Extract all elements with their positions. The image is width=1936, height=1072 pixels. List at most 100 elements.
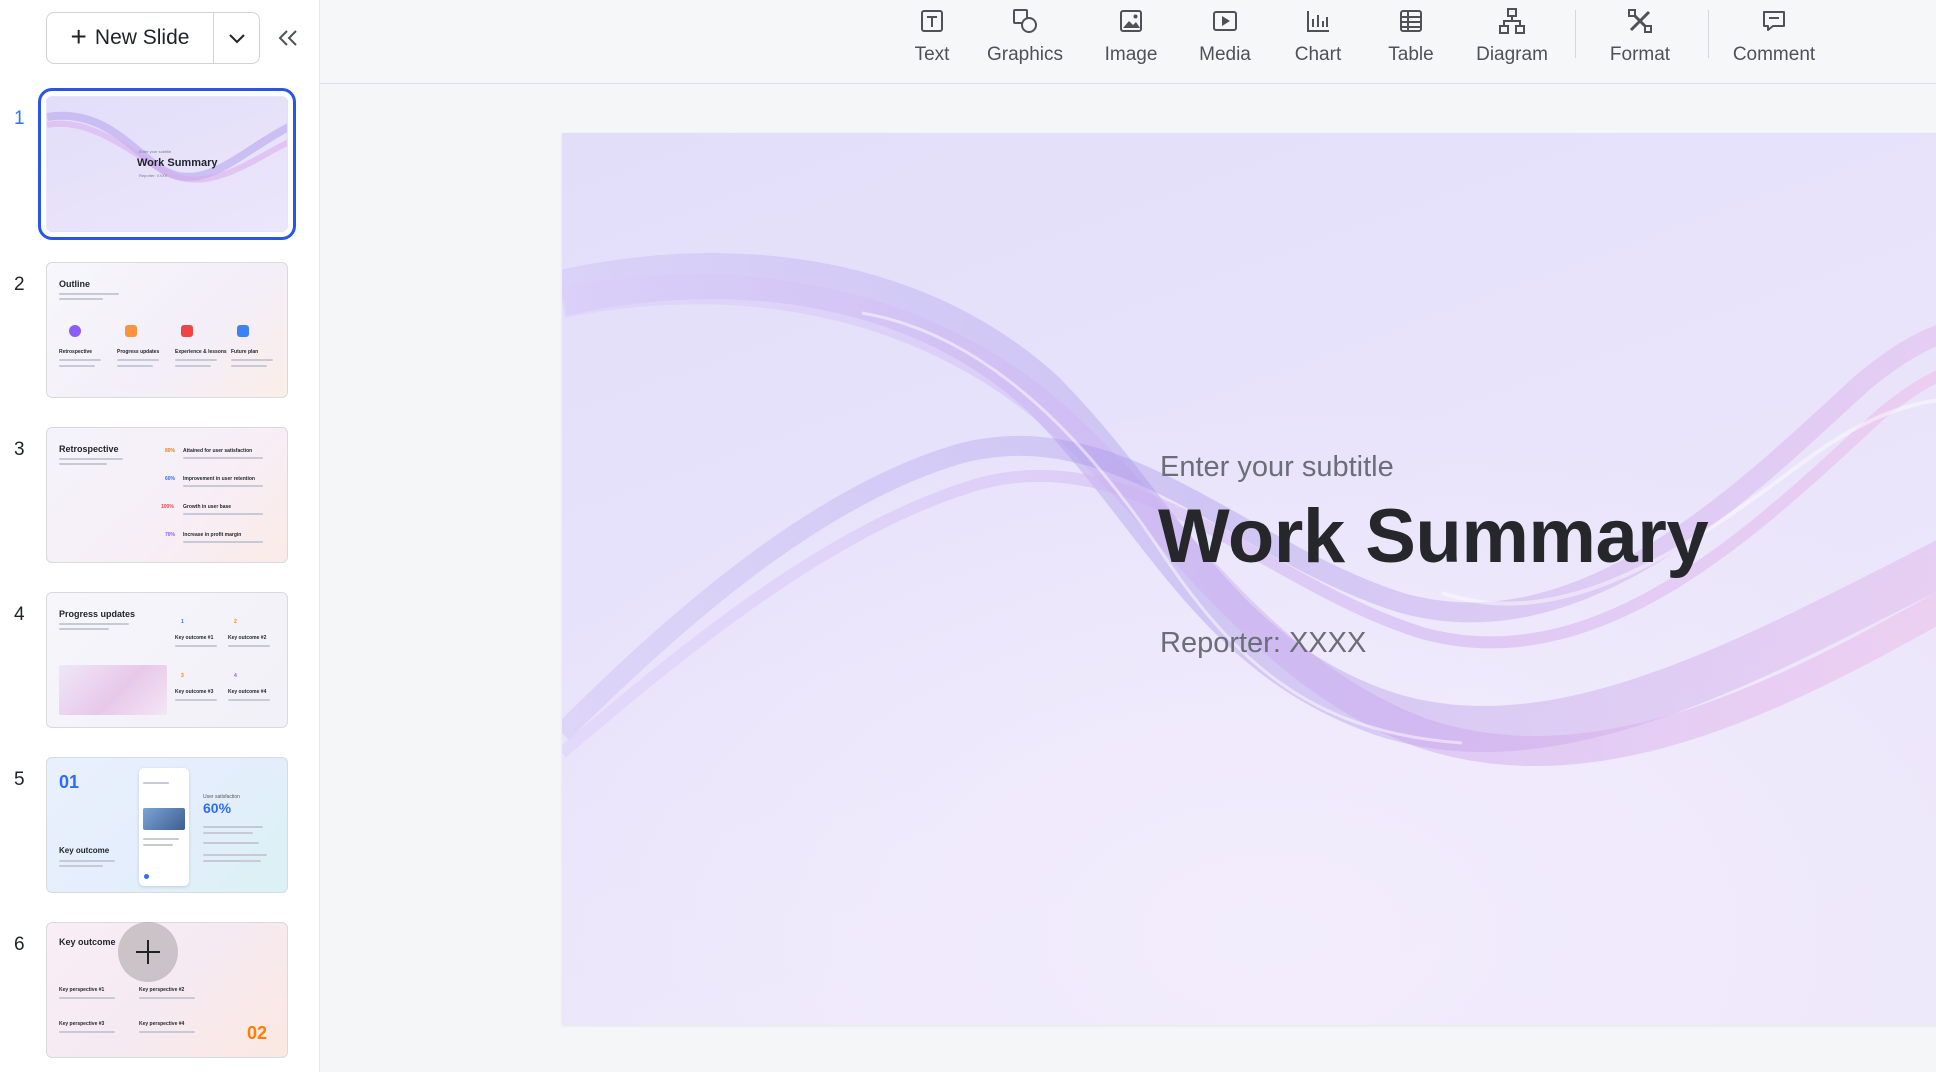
slide-title[interactable]: Work Summary <box>1158 493 1709 580</box>
tool-label: Text <box>914 44 950 65</box>
new-slide-dropdown-button[interactable] <box>213 13 259 63</box>
thumb-index: 02 <box>247 1023 268 1043</box>
media-tool-button[interactable]: Media <box>1182 6 1268 72</box>
slide-thumbnail-row: 2 Outline Retrospective Progress updates… <box>0 262 320 402</box>
diagram-icon <box>1499 8 1525 34</box>
slide-thumbnail-5[interactable]: 01 Key outcome User satisfaction 60% <box>46 757 288 893</box>
thumb-title: Key outcome <box>59 846 110 855</box>
perspective-label: Key perspective #1 <box>59 987 105 993</box>
double-chevron-left-icon <box>278 30 297 46</box>
tool-label: Format <box>1609 44 1671 65</box>
outcome-number: 4 <box>234 673 237 679</box>
chart-tool-button[interactable]: Chart <box>1275 6 1361 72</box>
outline-item: Retrospective <box>59 349 93 355</box>
slide-thumbnail-3[interactable]: Retrospective 80% Attained for user sati… <box>46 427 288 563</box>
outline-item: Experience & lessons <box>175 349 227 355</box>
tool-label: Media <box>1199 44 1251 65</box>
stat-label: Attained for user satisfaction <box>183 448 253 454</box>
tool-label: Comment <box>1732 44 1816 65</box>
outcome-label: Key outcome #3 <box>175 689 214 695</box>
chevron-down-icon <box>228 34 245 44</box>
outline-icon-4 <box>237 325 249 337</box>
slide-thumbnail-row: 3 Retrospective 80% Attained for user sa… <box>0 427 320 567</box>
new-slide-group: + New Slide <box>46 12 260 64</box>
table-icon <box>1400 10 1422 32</box>
text-icon <box>921 10 943 32</box>
outline-icon-3 <box>181 325 193 337</box>
cursor-indicator <box>118 922 178 982</box>
thumb-title: Outline <box>59 279 90 289</box>
slide-panel: + New Slide 1 Enter your subtitle Work S… <box>0 0 320 1072</box>
stat-value: 70% <box>165 532 176 538</box>
perspective-label: Key perspective #3 <box>59 1021 105 1027</box>
outline-icon-2 <box>125 325 137 337</box>
thumb-subtitle: Enter your subtitle <box>139 149 172 154</box>
table-tool-button[interactable]: Table <box>1368 6 1454 72</box>
stat-label: Increase in profit margin <box>183 532 242 538</box>
thumb-title: Retrospective <box>59 444 119 454</box>
stat-value: 80% <box>165 448 176 454</box>
slide-thumbnail-row: 5 01 Key outcome User satisfaction 60% <box>0 757 320 897</box>
toolbar-divider <box>1575 10 1576 58</box>
outcome-label: Key outcome #1 <box>175 635 214 641</box>
format-icon <box>1628 9 1652 33</box>
stat-value: 60% <box>203 800 232 816</box>
current-slide[interactable]: Enter your subtitle Work Summary Reporte… <box>562 133 1936 1025</box>
tool-label: Chart <box>1294 44 1342 65</box>
thumb-title: Key outcome <box>59 937 116 947</box>
slide-thumbnail-2[interactable]: Outline Retrospective Progress updates E… <box>46 262 288 398</box>
toolbar-divider <box>1708 10 1709 58</box>
collapse-panel-button[interactable] <box>274 24 302 52</box>
slide-number: 6 <box>14 934 25 955</box>
slide-thumbnail-4[interactable]: Progress updates 1 2 3 4 Key outcome #1 … <box>46 592 288 728</box>
insert-toolbar: Text Graphics Image Media Chart Table Di… <box>320 0 1936 84</box>
outcome-number: 3 <box>181 673 184 679</box>
slide-number: 5 <box>14 769 25 790</box>
slide-thumbnail-row: 1 Enter your subtitle Work Summary Repor… <box>0 88 320 240</box>
image-tool-button[interactable]: Image <box>1088 6 1174 72</box>
thumb-reporter: Reporter: XXXX <box>139 173 168 178</box>
text-tool-button[interactable]: Text <box>887 6 977 72</box>
comment-icon <box>1763 11 1785 31</box>
new-slide-label: New Slide <box>94 26 190 49</box>
slide-reporter[interactable]: Reporter: XXXX <box>1160 627 1366 660</box>
perspective-label: Key perspective #4 <box>139 1021 185 1027</box>
slide-subtitle[interactable]: Enter your subtitle <box>1160 451 1394 484</box>
crosshair-cursor-icon <box>136 940 160 964</box>
stat-value: 60% <box>165 476 176 482</box>
outline-item: Progress updates <box>117 349 160 355</box>
outcome-number: 2 <box>234 619 237 625</box>
thumb-index: 01 <box>59 772 80 792</box>
outline-item: Future plan <box>231 349 259 355</box>
stat-label: Growth in user base <box>183 504 232 510</box>
slide-thumbnail-row: 4 Progress updates 1 2 3 4 Key outcome #… <box>0 592 320 732</box>
tool-label: Diagram <box>1476 44 1548 65</box>
plus-icon: + <box>70 20 87 52</box>
media-icon <box>1213 11 1237 31</box>
diagram-tool-button[interactable]: Diagram <box>1459 6 1565 72</box>
slide-number: 1 <box>14 108 25 129</box>
slide-number: 4 <box>14 604 25 625</box>
decorative-image <box>59 665 167 715</box>
stat-label: Improvement in user retention <box>183 476 255 482</box>
tool-label: Table <box>1388 44 1434 65</box>
outcome-label: Key outcome #2 <box>228 635 267 641</box>
slide-number: 3 <box>14 439 25 460</box>
chart-icon <box>1307 11 1329 32</box>
outcome-number: 1 <box>181 619 184 625</box>
graphics-tool-button[interactable]: Graphics <box>970 6 1080 72</box>
format-tool-button[interactable]: Format <box>1592 6 1688 72</box>
perspective-label: Key perspective #2 <box>139 987 185 993</box>
image-icon <box>1120 10 1142 32</box>
comment-tool-button[interactable]: Comment <box>1720 6 1828 72</box>
tool-label: Image <box>1104 44 1158 65</box>
new-slide-button[interactable]: + New Slide <box>47 13 213 63</box>
phone-mockup <box>139 768 189 886</box>
slide-thumbnail-1[interactable]: Enter your subtitle Work Summary Reporte… <box>38 88 296 240</box>
thumb-title: Progress updates <box>59 609 136 619</box>
slide-number: 2 <box>14 274 25 295</box>
thumb-title: Work Summary <box>137 157 218 169</box>
outline-icon-1 <box>69 325 81 337</box>
outcome-label: Key outcome #4 <box>228 689 267 695</box>
slide-canvas[interactable]: Enter your subtitle Work Summary Reporte… <box>320 85 1936 1072</box>
